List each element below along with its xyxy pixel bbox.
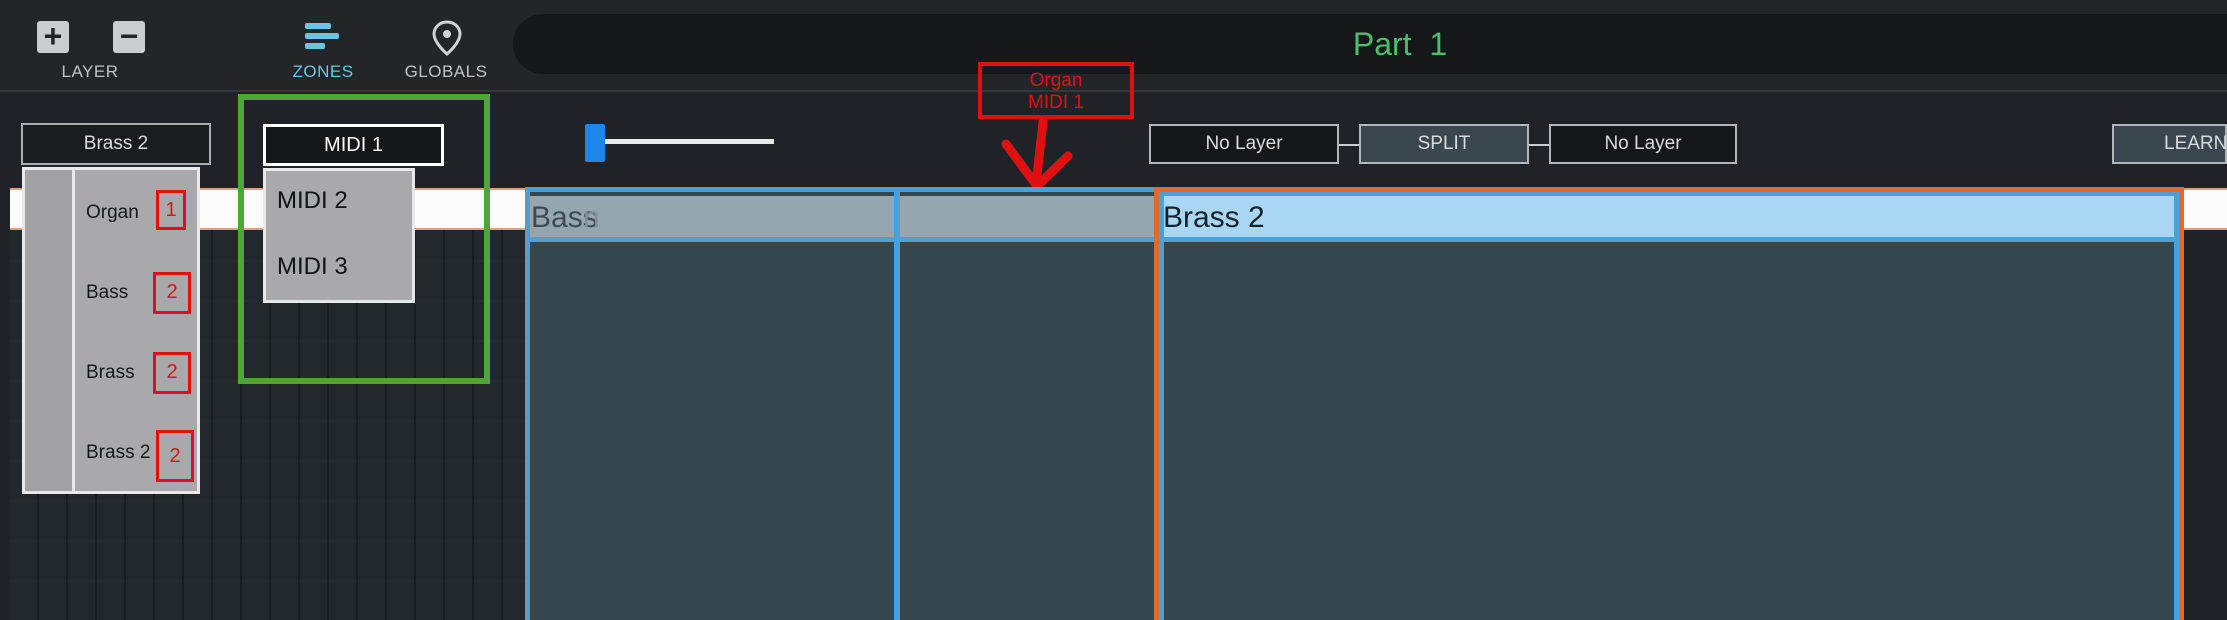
zone-organ-header[interactable] (900, 196, 1154, 240)
split-button[interactable]: SPLIT (1359, 124, 1529, 164)
layer-label: LAYER (61, 62, 119, 81)
layer-list-gutter (25, 170, 75, 491)
velocity-slider-track[interactable] (592, 139, 774, 144)
zone-organ[interactable] (895, 187, 1154, 620)
split-connector-right (1529, 144, 1549, 146)
zone-brass-2-inner-border (1159, 192, 2179, 620)
split-connector-left (1339, 144, 1359, 146)
right-layer-button[interactable]: No Layer (1549, 124, 1737, 164)
location-pin-icon[interactable] (431, 20, 463, 56)
layer-badge-brass-2: 2 (156, 430, 194, 482)
left-layer-button[interactable]: No Layer (1149, 124, 1339, 164)
part-title: Part 1 (1352, 26, 1448, 62)
plus-icon[interactable]: + (37, 20, 69, 53)
midi-option-2[interactable]: MIDI 2 (277, 186, 407, 216)
zones-icon[interactable] (302, 20, 342, 56)
layer-badge-bass: 2 (153, 272, 191, 314)
zone-bass-ghost-label: n (583, 201, 600, 234)
layer-badge-organ: 1 (156, 190, 186, 230)
zone-bass[interactable] (525, 187, 899, 620)
layer-dropdown[interactable]: Brass 2 (21, 123, 211, 165)
midi-option-3[interactable]: MIDI 3 (277, 252, 407, 282)
learn-button[interactable]: LEARN (2112, 124, 2227, 164)
annotation-box: Organ MIDI 1 (978, 62, 1134, 119)
tab-globals[interactable]: GLOBALS (396, 62, 496, 82)
tab-zones[interactable]: ZONES (280, 62, 366, 82)
zone-organ-divider (900, 237, 1154, 242)
annotation-line-2: MIDI 1 (1028, 92, 1084, 113)
velocity-slider-thumb[interactable] (585, 124, 605, 162)
annotation-line-1: Organ (1029, 70, 1083, 91)
zone-brass-2-label: Brass 2 (1163, 201, 1265, 234)
midi-dropdown[interactable]: MIDI 1 (263, 124, 444, 166)
annotation-arrow-icon (1000, 117, 1080, 196)
minus-icon[interactable]: − (113, 20, 145, 53)
layer-badge-brass: 2 (153, 352, 191, 394)
